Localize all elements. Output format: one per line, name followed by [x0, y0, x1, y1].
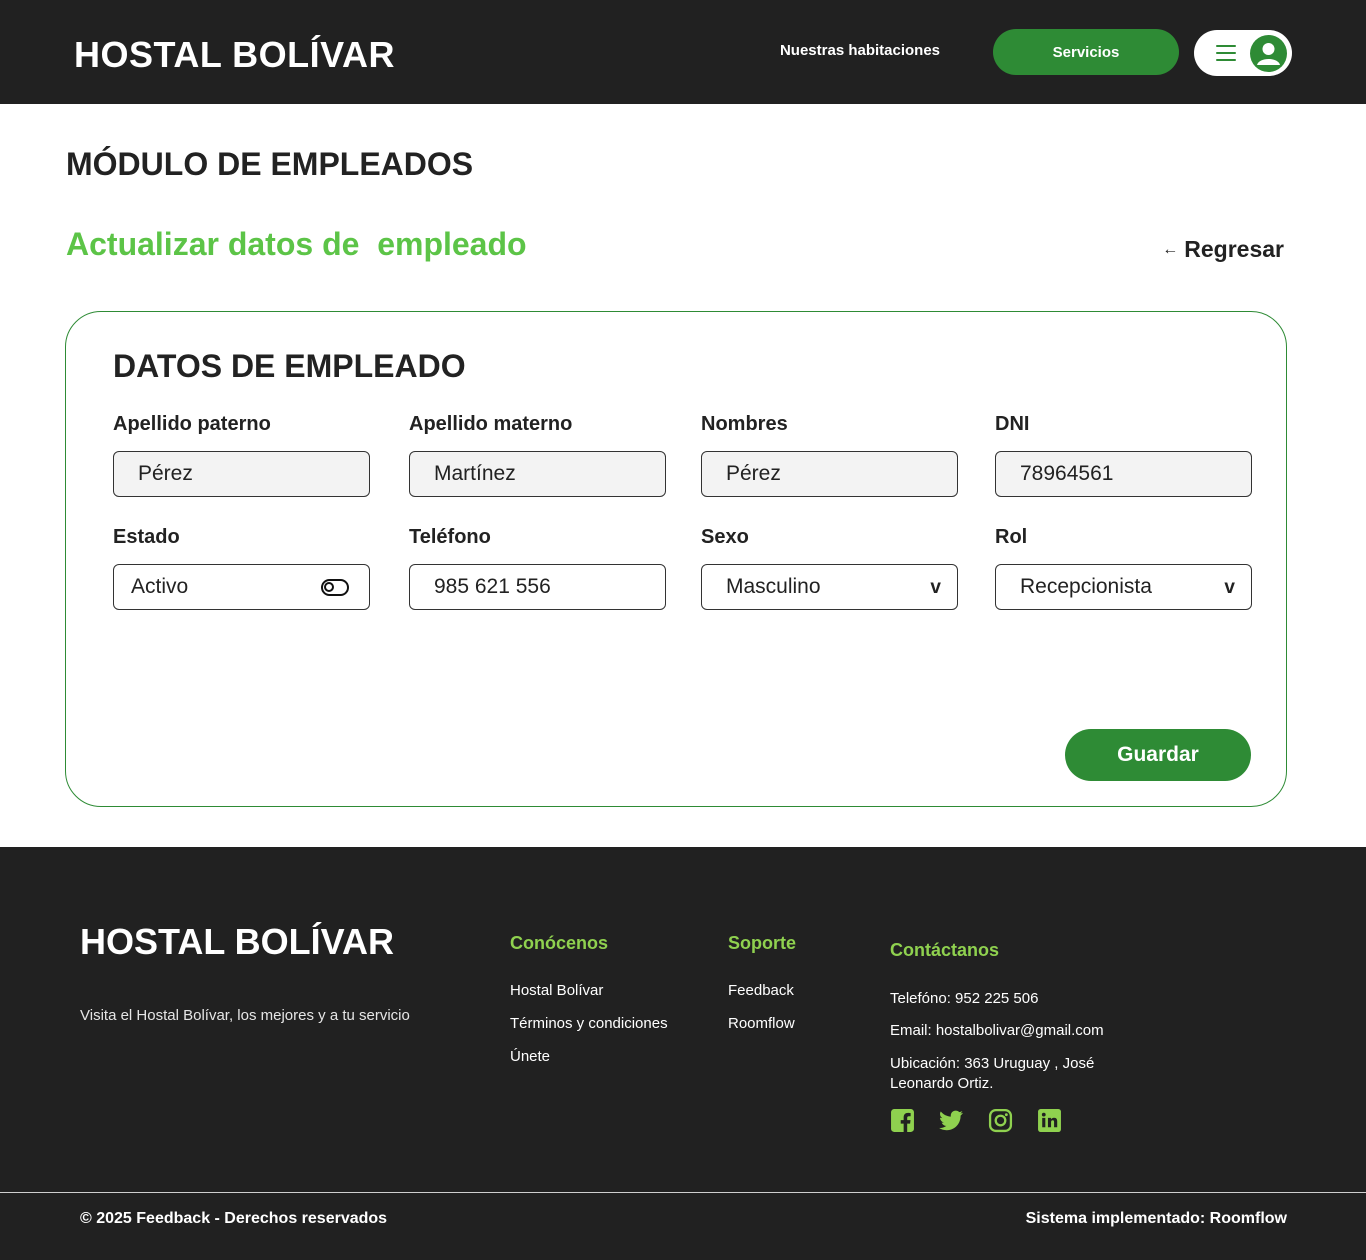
chevron-down-icon: v — [1224, 577, 1235, 598]
rol-value: Recepcionista — [1020, 575, 1152, 598]
apellido-materno-label: Apellido materno — [409, 413, 573, 435]
footer-phone: Telefóno: 952 225 506 — [890, 990, 1039, 1007]
telefono-label: Teléfono — [409, 526, 491, 548]
footer-link-feedback[interactable]: Feedback — [728, 982, 794, 999]
save-button[interactable]: Guardar — [1065, 729, 1251, 781]
toggle-switch-icon[interactable] — [321, 579, 349, 596]
footer-location: Ubicación: 363 Uruguay , José Leonardo O… — [890, 1055, 1095, 1092]
user-menu-button[interactable] — [1194, 30, 1292, 76]
apellido-paterno-field[interactable] — [113, 451, 370, 497]
nombres-label: Nombres — [701, 413, 788, 435]
footer-heading-conocenos: Conócenos — [510, 933, 609, 953]
arrow-left-icon: ← — [1162, 240, 1179, 258]
copyright-text: © 2025 Feedback - Derechos reservados — [80, 1210, 388, 1227]
page-subtitle: Actualizar datos de empleado — [66, 226, 527, 262]
apellido-materno-input[interactable] — [434, 462, 665, 486]
implemented-system-text: Sistema implementado: Roomflow — [1025, 1210, 1287, 1227]
top-navbar: HOSTAL BOLÍVAR Nuestras habitaciones Ser… — [0, 0, 1366, 104]
dni-label: DNI — [995, 413, 1030, 435]
form-title: DATOS DE EMPLEADO — [113, 348, 466, 384]
telefono-input[interactable] — [434, 575, 665, 599]
apellido-materno-field[interactable] — [409, 451, 666, 497]
brand-logo[interactable]: HOSTAL BOLÍVAR — [74, 34, 395, 76]
twitter-icon[interactable] — [939, 1108, 964, 1133]
back-link[interactable]: ← Regresar — [1162, 236, 1284, 263]
footer-link-terminos[interactable]: Términos y condiciones — [510, 1015, 668, 1032]
footer-email[interactable]: Email: hostalbolivar@gmail.com — [890, 1022, 1104, 1039]
sexo-select[interactable]: Masculino v — [701, 564, 958, 610]
dni-field[interactable] — [995, 451, 1252, 497]
footer-brand: HOSTAL BOLÍVAR — [80, 921, 394, 962]
footer-link-roomflow[interactable]: Roomflow — [728, 1015, 795, 1032]
rol-select[interactable]: Recepcionista v — [995, 564, 1252, 610]
linkedin-icon[interactable] — [1037, 1108, 1062, 1133]
telefono-field[interactable] — [409, 564, 666, 610]
footer-divider — [0, 1192, 1366, 1193]
hamburger-menu-icon — [1216, 45, 1236, 61]
footer-description: Visita el Hostal Bolívar, los mejores y … — [80, 1007, 410, 1024]
page-title: MÓDULO DE EMPLEADOS — [66, 146, 474, 182]
employee-form-card: DATOS DE EMPLEADO Apellido paterno Apell… — [65, 311, 1287, 807]
footer-heading-contacto: Contáctanos — [890, 940, 1000, 960]
footer: HOSTAL BOLÍVAR Visita el Hostal Bolívar,… — [0, 847, 1366, 1260]
chevron-down-icon: v — [930, 577, 941, 598]
rol-label: Rol — [995, 526, 1028, 548]
apellido-paterno-label: Apellido paterno — [113, 413, 271, 435]
footer-link-hostal[interactable]: Hostal Bolívar — [510, 982, 603, 999]
services-button[interactable]: Servicios — [993, 29, 1179, 75]
apellido-paterno-input[interactable] — [138, 462, 369, 486]
back-label: Regresar — [1184, 236, 1284, 262]
user-avatar-icon — [1250, 35, 1287, 72]
social-links — [890, 1108, 1062, 1133]
sexo-label: Sexo — [701, 526, 749, 548]
sexo-value: Masculino — [726, 575, 821, 598]
estado-label: Estado — [113, 526, 180, 548]
dni-input[interactable] — [1020, 462, 1251, 486]
nombres-field[interactable] — [701, 451, 958, 497]
estado-field: Activo — [113, 564, 370, 610]
footer-heading-soporte: Soporte — [728, 933, 797, 953]
footer-link-unete[interactable]: Únete — [510, 1048, 550, 1065]
instagram-icon[interactable] — [988, 1108, 1013, 1133]
nav-link-habitaciones[interactable]: Nuestras habitaciones — [760, 42, 960, 59]
facebook-icon[interactable] — [890, 1108, 915, 1133]
estado-value: Activo — [131, 575, 189, 598]
nombres-input[interactable] — [726, 462, 957, 486]
